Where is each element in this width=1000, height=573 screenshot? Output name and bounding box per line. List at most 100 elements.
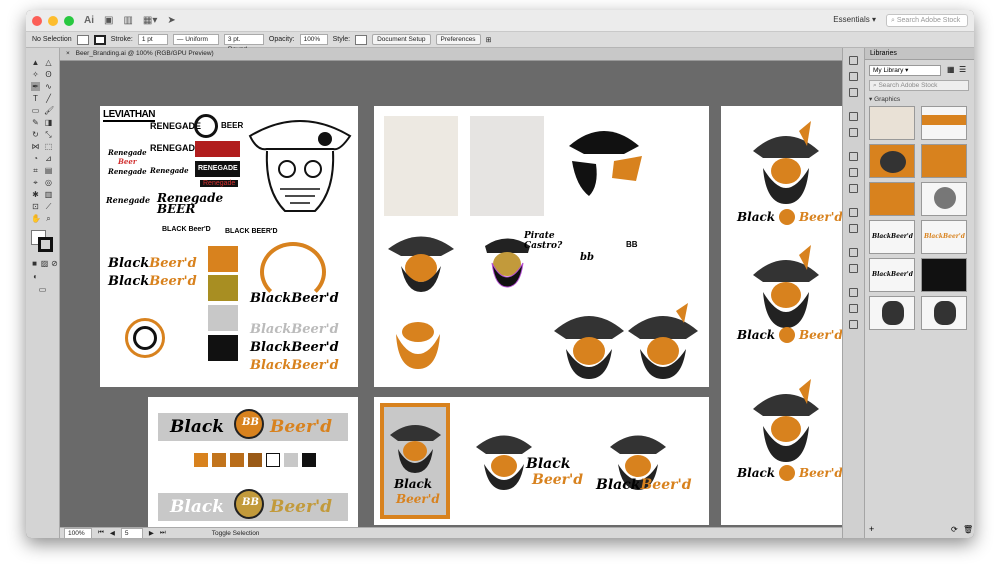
opacity-field[interactable]: 100%: [299, 34, 328, 45]
artboard-1[interactable]: LEVIATHAN RENEGADE BEER RENEGADE Beer Re…: [100, 106, 358, 387]
cc-sync-icon[interactable]: ⟳: [951, 525, 958, 534]
draw-mode-icon[interactable]: ◐: [31, 272, 40, 281]
appearance-icon[interactable]: [849, 208, 858, 217]
gradient-panel-icon[interactable]: [849, 168, 858, 177]
library-asset-12[interactable]: [921, 296, 967, 330]
library-asset-1[interactable]: [869, 106, 915, 140]
artboard-5[interactable]: Black Beer'd Black Beer'd BlackBeer'd: [374, 397, 709, 525]
rotate-tool-icon[interactable]: ↻: [31, 130, 40, 139]
stock-search-input[interactable]: ⌕ Search Adobe Stock: [886, 14, 968, 27]
delete-icon[interactable]: 🗑: [963, 525, 973, 534]
library-asset-2[interactable]: [921, 106, 967, 140]
symbols-icon[interactable]: [849, 128, 858, 137]
color-panel-icon[interactable]: [849, 56, 858, 65]
none-mode-icon[interactable]: ⊘: [50, 259, 59, 268]
hand-tool-icon[interactable]: ✋: [31, 214, 41, 223]
library-asset-6[interactable]: [921, 182, 967, 216]
pencil-tool-icon[interactable]: ✎: [31, 118, 40, 127]
eraser-tool-icon[interactable]: ◨: [44, 118, 53, 127]
graphic-styles-icon[interactable]: [849, 224, 858, 233]
zoom-tool-icon[interactable]: ⌕: [44, 214, 53, 223]
symbol-sprayer-icon[interactable]: ✱: [31, 190, 40, 199]
preferences-button[interactable]: Preferences: [435, 34, 481, 45]
first-artboard-icon[interactable]: ⏮: [98, 529, 104, 537]
stroke-label[interactable]: Stroke:: [111, 36, 133, 43]
fill-swatch[interactable]: [76, 34, 89, 45]
add-content-icon[interactable]: +: [869, 524, 874, 534]
canvas[interactable]: LEVIATHAN RENEGADE BEER RENEGADE Beer Re…: [60, 61, 842, 527]
blend-tool-icon[interactable]: ◎: [44, 178, 53, 187]
stroke-panel-icon[interactable]: [849, 152, 858, 161]
library-dropdown[interactable]: My Library ▾: [869, 65, 941, 76]
library-asset-7[interactable]: BlackBeer'd: [869, 220, 915, 254]
align-panel-icon[interactable]: [849, 288, 858, 297]
artboard-tool-icon[interactable]: ⊡: [31, 202, 40, 211]
artboard-2[interactable]: Pirate Castro? bb BB: [374, 106, 709, 387]
list-view-icon[interactable]: ☰: [959, 65, 966, 74]
mesh-tool-icon[interactable]: ⌗: [31, 166, 40, 175]
minimize-window-button[interactable]: [48, 15, 58, 26]
graphics-group-header[interactable]: ▾ Graphics: [869, 95, 900, 103]
direct-selection-tool-icon[interactable]: △: [44, 58, 53, 67]
transparency-icon[interactable]: [849, 184, 858, 193]
align-icon[interactable]: ⊞: [486, 36, 492, 44]
line-tool-icon[interactable]: ╱: [44, 94, 53, 103]
next-artboard-icon[interactable]: ▶: [149, 529, 154, 537]
stroke-color-icon[interactable]: [38, 237, 53, 252]
gradient-mode-icon[interactable]: ▨: [40, 259, 49, 268]
slice-tool-icon[interactable]: ⟋: [44, 202, 53, 211]
arrange-documents-icon[interactable]: ▦▾: [143, 15, 157, 26]
perspective-grid-icon[interactable]: ⊿: [44, 154, 53, 163]
libraries-panel-title[interactable]: Libraries: [865, 48, 974, 60]
free-transform-icon[interactable]: ⬚: [44, 142, 53, 151]
opacity-label[interactable]: Opacity:: [269, 36, 295, 43]
paintbrush-icon[interactable]: 🖌: [44, 106, 54, 115]
brush-definition[interactable]: 3 pt. Round: [223, 34, 264, 53]
eyedropper-icon[interactable]: ⌖: [31, 178, 40, 187]
rectangle-tool-icon[interactable]: ▭: [31, 106, 40, 115]
pathfinder-icon[interactable]: [849, 304, 858, 313]
color-mode-icon[interactable]: ■: [30, 259, 39, 268]
magic-wand-icon[interactable]: ✧: [31, 70, 40, 79]
library-asset-10[interactable]: [921, 258, 967, 292]
selection-tool-icon[interactable]: ▲: [31, 58, 40, 67]
bridge-icon[interactable]: ▣: [104, 15, 113, 26]
scale-tool-icon[interactable]: ⤡: [44, 130, 53, 139]
shape-builder-icon[interactable]: ◔: [31, 154, 40, 163]
last-artboard-icon[interactable]: ⏭: [160, 529, 166, 537]
artboard-3[interactable]: Black Beer'd Black Beer'd Black Beer'd: [721, 106, 842, 525]
width-tool-icon[interactable]: ⋈: [31, 142, 40, 151]
type-tool-icon[interactable]: T: [31, 94, 40, 103]
close-window-button[interactable]: [32, 15, 42, 26]
document-setup-button[interactable]: Document Setup: [372, 34, 431, 45]
artboard-number-field[interactable]: 5: [120, 527, 143, 538]
document-tab[interactable]: × Beer_Branding.ai @ 100% (RGB/GPU Previ…: [60, 48, 842, 61]
workspace-switcher[interactable]: Essentials ▾: [833, 15, 876, 24]
curvature-tool-icon[interactable]: ∿: [44, 82, 53, 91]
zoom-window-button[interactable]: [64, 15, 74, 26]
style-swatch[interactable]: [355, 34, 368, 45]
screen-mode-icon[interactable]: ▭: [38, 285, 47, 294]
close-tab-icon[interactable]: ×: [66, 50, 70, 57]
library-asset-5[interactable]: [869, 182, 915, 216]
stroke-weight-field[interactable]: 1 pt: [137, 34, 168, 45]
zoom-field[interactable]: 100%: [64, 527, 92, 538]
transform-icon[interactable]: [849, 320, 858, 329]
swatches-icon[interactable]: [849, 88, 858, 97]
color-guide-icon[interactable]: [849, 72, 858, 81]
artboard-4[interactable]: Black BB Beer'd Black BB Beer'd: [148, 397, 358, 527]
library-asset-4[interactable]: [921, 144, 967, 178]
gradient-tool-icon[interactable]: ▤: [44, 166, 53, 175]
brushes-icon[interactable]: [849, 112, 858, 121]
variable-width-profile[interactable]: — Uniform: [172, 34, 219, 45]
graph-tool-icon[interactable]: ▥: [44, 190, 53, 199]
artboards-icon[interactable]: [849, 264, 858, 273]
stock-icon[interactable]: ▥: [123, 15, 132, 26]
layers-icon[interactable]: [849, 248, 858, 257]
library-asset-9[interactable]: BlackBeer'd: [869, 258, 915, 292]
library-search-input[interactable]: ⌕ Search Adobe Stock: [869, 80, 969, 91]
library-asset-11[interactable]: [869, 296, 915, 330]
stroke-swatch[interactable]: [93, 34, 106, 45]
prev-artboard-icon[interactable]: ◀: [110, 529, 115, 537]
send-feedback-icon[interactable]: ➤: [167, 15, 175, 26]
